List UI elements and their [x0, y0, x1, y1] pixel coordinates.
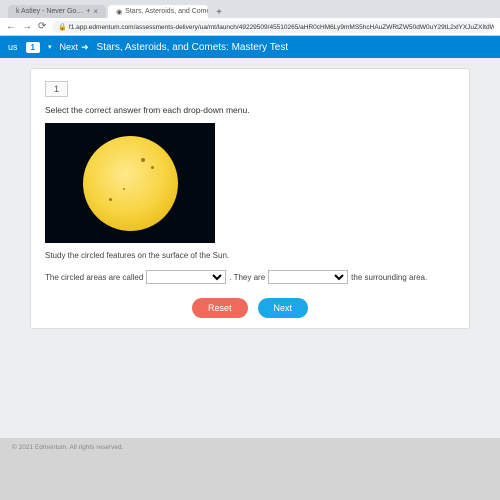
back-icon[interactable]: ←: [6, 21, 16, 32]
sentence-part-2: . They are: [229, 273, 265, 282]
sunspot: [141, 158, 145, 162]
dropdown-comparison[interactable]: [268, 270, 348, 284]
question-card: 1 Select the correct answer from each dr…: [30, 68, 470, 329]
url-text: f1.app.edmentum.com/assessments-delivery…: [69, 24, 494, 31]
sunspot: [109, 198, 112, 201]
header-next-button[interactable]: Next ➜: [59, 42, 88, 53]
sun-disc: [83, 136, 178, 231]
sun-image: [45, 123, 215, 243]
question-number-box: 1: [45, 81, 68, 97]
globe-icon: ◉: [116, 8, 122, 16]
current-question-number: 1: [26, 42, 40, 53]
chevron-down-icon[interactable]: ▾: [48, 43, 52, 51]
next-button[interactable]: Next: [258, 298, 309, 318]
close-icon[interactable]: ×: [93, 7, 98, 16]
arrow-right-icon: ➜: [81, 42, 89, 53]
content-area: 1 Select the correct answer from each dr…: [0, 58, 500, 438]
sentence-part-1: The circled areas are called: [45, 273, 143, 282]
footer-copyright: © 2021 Edmentum. All rights reserved.: [0, 438, 500, 457]
lock-icon: 🔒: [58, 24, 67, 31]
browser-address-bar: ← → ⟳ 🔒 f1.app.edmentum.com/assessments-…: [0, 18, 500, 36]
browser-tab-strip: k Astley - Never Go… + × ◉ Stars, Astero…: [0, 0, 500, 18]
tab-plus-icon[interactable]: +: [86, 8, 90, 15]
url-field[interactable]: 🔒 f1.app.edmentum.com/assessments-delive…: [52, 21, 494, 33]
tab-title: Stars, Asteroids, and Comets: M…: [125, 8, 208, 15]
sunspot: [151, 166, 154, 169]
app-header: us 1 ▾ Next ➜ Stars, Asteroids, and Come…: [0, 36, 500, 58]
new-tab-button[interactable]: +: [210, 7, 228, 18]
browser-tab-2[interactable]: ◉ Stars, Asteroids, and Comets: M… ×: [108, 5, 208, 18]
page-title: Stars, Asteroids, and Comets: Mastery Te…: [97, 42, 289, 53]
sunspot: [123, 188, 125, 190]
tab-title: k Astley - Never Go…: [16, 8, 83, 15]
sentence-part-3: the surrounding area.: [351, 273, 427, 282]
next-label: Next: [59, 42, 78, 52]
button-row: Reset Next: [45, 298, 455, 318]
image-caption: Study the circled features on the surfac…: [45, 251, 455, 260]
forward-icon[interactable]: →: [22, 21, 32, 32]
reset-button[interactable]: Reset: [192, 298, 248, 318]
dropdown-feature-name[interactable]: [146, 270, 226, 284]
question-instruction: Select the correct answer from each drop…: [45, 105, 455, 115]
fill-in-sentence: The circled areas are called . They are …: [45, 270, 455, 284]
browser-tab-1[interactable]: k Astley - Never Go… + ×: [8, 5, 106, 18]
status-label: us: [8, 42, 18, 52]
reload-icon[interactable]: ⟳: [38, 21, 46, 32]
